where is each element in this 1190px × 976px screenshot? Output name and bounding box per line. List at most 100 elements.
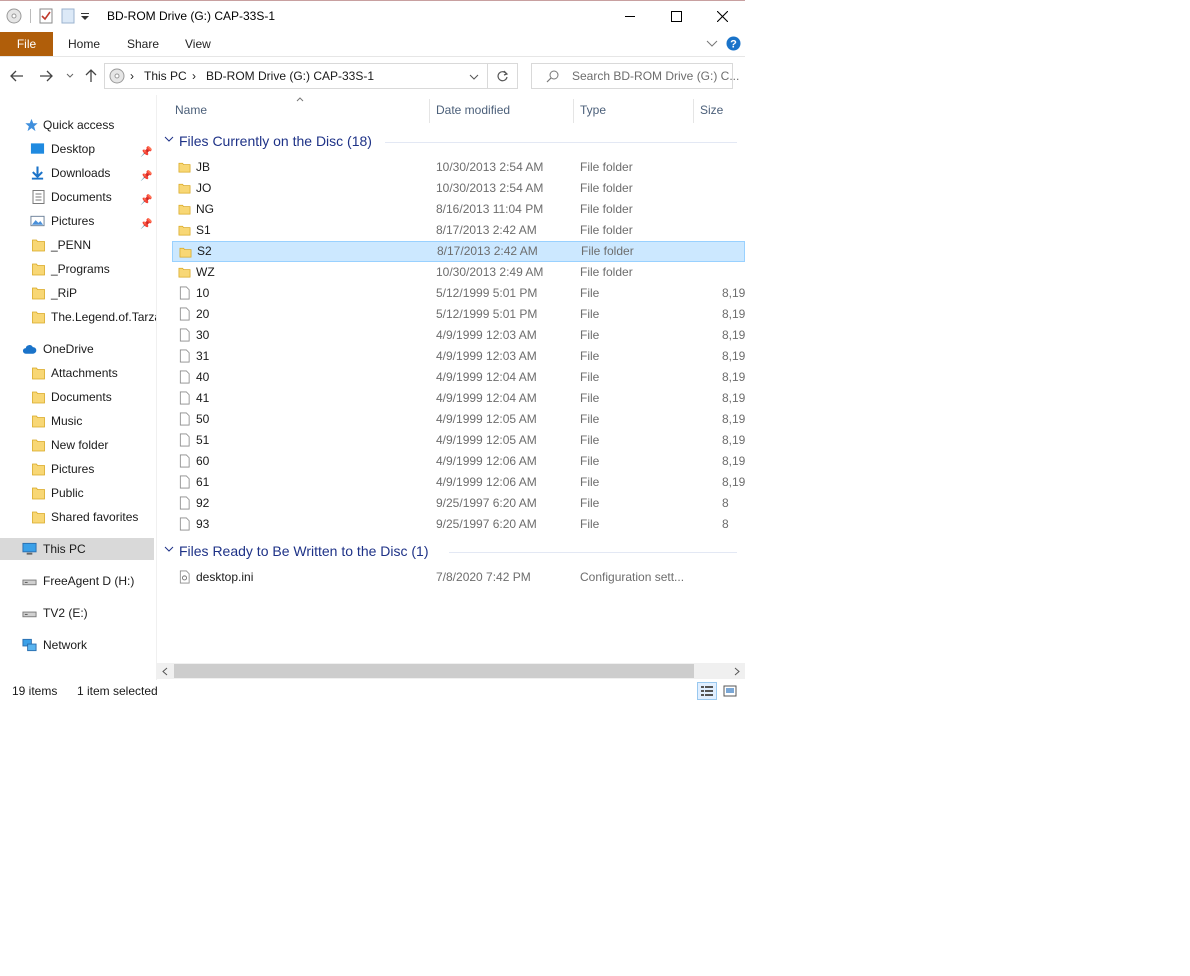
tab-file[interactable]: File <box>0 32 53 56</box>
nav-onedrive-item[interactable]: Pictures <box>0 458 156 480</box>
chevron-right-icon <box>734 667 740 675</box>
nav-quick-item[interactable]: Desktop 📌 <box>0 138 156 160</box>
file-row[interactable]: desktop.ini 7/8/2020 7:42 PM Configuration… <box>172 567 745 588</box>
file-type: File <box>580 454 600 468</box>
nav-quick-item[interactable]: Pictures 📌 <box>0 210 156 232</box>
pin-icon[interactable]: 📌 <box>140 142 152 164</box>
properties-icon[interactable] <box>39 8 53 24</box>
nav-onedrive-item[interactable]: New folder <box>0 434 156 456</box>
nav-drive-freeagent[interactable]: FreeAgent D (H:) <box>0 570 156 592</box>
breadcrumb-current[interactable]: BD-ROM Drive (G:) CAP-33S-1 <box>206 69 374 83</box>
large-icons-view-button[interactable] <box>720 682 740 700</box>
file-row[interactable]: 31 4/9/1999 12:03 AM File 8,19 <box>172 346 745 367</box>
group-header-on-disc[interactable]: Files Currently on the Disc (18) <box>157 131 745 153</box>
folder-icon <box>32 487 45 500</box>
search-box[interactable]: Search BD-ROM Drive (G:) C... <box>531 63 739 89</box>
nav-onedrive-item[interactable]: Music <box>0 410 156 432</box>
nav-quick-item[interactable]: _RiP <box>0 282 156 304</box>
file-row[interactable]: JO 10/30/2013 2:54 AM File folder <box>172 178 745 199</box>
file-row[interactable]: 40 4/9/1999 12:04 AM File 8,19 <box>172 367 745 388</box>
file-date: 4/9/1999 12:03 AM <box>436 328 537 342</box>
file-type: File folder <box>580 223 633 237</box>
file-size: 8,19 <box>722 391 745 405</box>
file-row[interactable]: 61 4/9/1999 12:06 AM File 8,19 <box>172 472 745 493</box>
expand-ribbon-icon[interactable] <box>706 40 718 48</box>
column-header-size[interactable]: Size <box>700 95 723 125</box>
up-button[interactable] <box>83 68 99 84</box>
file-type: File <box>580 433 600 447</box>
nav-quick-access[interactable]: Quick access <box>0 114 156 136</box>
folder-icon <box>32 463 45 476</box>
file-row[interactable]: 20 5/12/1999 5:01 PM File 8,19 <box>172 304 745 325</box>
file-icon <box>179 517 190 531</box>
customize-qat-icon[interactable] <box>79 8 91 24</box>
folder-icon <box>32 415 45 428</box>
nav-quick-item[interactable]: Documents 📌 <box>0 186 156 208</box>
close-button[interactable] <box>699 0 745 32</box>
column-divider[interactable] <box>693 99 694 123</box>
column-divider[interactable] <box>429 99 430 123</box>
nav-onedrive-item[interactable]: Public <box>0 482 156 504</box>
column-divider[interactable] <box>573 99 574 123</box>
nav-drive-tv2[interactable]: TV2 (E:) <box>0 602 156 624</box>
tab-view[interactable]: View <box>185 32 211 56</box>
file-row[interactable]: 50 4/9/1999 12:05 AM File 8,19 <box>172 409 745 430</box>
pin-icon[interactable]: 📌 <box>140 166 152 188</box>
file-row[interactable]: 60 4/9/1999 12:06 AM File 8,19 <box>172 451 745 472</box>
file-row[interactable]: S1 8/17/2013 2:42 AM File folder <box>172 220 745 241</box>
nav-item-label: Documents <box>51 390 112 404</box>
file-row[interactable]: JB 10/30/2013 2:54 AM File folder <box>172 157 745 178</box>
minimize-button[interactable] <box>607 0 653 32</box>
details-view-button[interactable] <box>697 682 717 700</box>
group-divider-line <box>449 552 737 553</box>
nav-network[interactable]: Network <box>0 634 156 656</box>
group-header-ready[interactable]: Files Ready to Be Written to the Disc (1… <box>157 541 745 563</box>
maximize-button[interactable] <box>653 0 699 32</box>
file-row[interactable]: 41 4/9/1999 12:04 AM File 8,19 <box>172 388 745 409</box>
folder-icon <box>178 267 191 278</box>
help-icon[interactable]: ? <box>726 36 741 51</box>
tab-home[interactable]: Home <box>68 32 100 56</box>
file-size: 8,19 <box>722 307 745 321</box>
forward-button[interactable] <box>38 68 54 84</box>
file-row[interactable]: 51 4/9/1999 12:05 AM File 8,19 <box>172 430 745 451</box>
file-name: NG <box>196 202 214 216</box>
file-row[interactable]: 10 5/12/1999 5:01 PM File 8,19 <box>172 283 745 304</box>
address-bar[interactable]: › This PC › BD-ROM Drive (G:) CAP-33S-1 <box>104 63 488 89</box>
nav-onedrive-item[interactable]: Documents <box>0 386 156 408</box>
address-dropdown-icon[interactable] <box>469 74 479 81</box>
horizontal-scrollbar[interactable] <box>157 663 745 679</box>
nav-item-label: Pictures <box>51 462 95 476</box>
file-row[interactable]: 92 9/25/1997 6:20 AM File 8 <box>172 493 745 514</box>
nav-quick-item[interactable]: The.Legend.of.Tarza <box>0 306 156 328</box>
file-row[interactable]: 93 9/25/1997 6:20 AM File 8 <box>172 514 745 535</box>
nav-item-label: Documents <box>51 190 112 204</box>
column-header-type[interactable]: Type <box>580 95 606 125</box>
file-row[interactable]: 30 4/9/1999 12:03 AM File 8,19 <box>172 325 745 346</box>
nav-onedrive[interactable]: OneDrive <box>0 338 156 360</box>
scroll-left-button[interactable] <box>157 663 173 679</box>
file-icon <box>179 433 190 447</box>
tab-share[interactable]: Share <box>127 32 159 56</box>
pin-icon[interactable]: 📌 <box>140 214 152 236</box>
breadcrumb-this-pc[interactable]: This PC <box>144 69 187 83</box>
file-row[interactable]: NG 8/16/2013 11:04 PM File folder <box>172 199 745 220</box>
column-header-name[interactable]: Name <box>175 95 207 125</box>
back-button[interactable] <box>9 68 25 84</box>
nav-quick-item[interactable]: _Programs <box>0 258 156 280</box>
refresh-button[interactable] <box>488 63 518 89</box>
nav-onedrive-item[interactable]: Attachments <box>0 362 156 384</box>
recent-locations-button[interactable] <box>62 68 78 84</box>
file-row[interactable]: WZ 10/30/2013 2:49 AM File folder <box>172 262 745 283</box>
nav-this-pc[interactable]: This PC <box>0 538 154 560</box>
file-date: 4/9/1999 12:06 AM <box>436 454 537 468</box>
scroll-right-button[interactable] <box>729 663 745 679</box>
scrollbar-thumb[interactable] <box>174 664 694 678</box>
file-row[interactable]: S2 8/17/2013 2:42 AM File folder <box>172 241 745 262</box>
pin-icon[interactable]: 📌 <box>140 190 152 212</box>
nav-onedrive-item[interactable]: Shared favorites <box>0 506 156 528</box>
new-folder-icon[interactable] <box>61 8 75 24</box>
nav-quick-item[interactable]: _PENN <box>0 234 156 256</box>
column-header-date[interactable]: Date modified <box>436 95 510 125</box>
nav-quick-item[interactable]: Downloads 📌 <box>0 162 156 184</box>
